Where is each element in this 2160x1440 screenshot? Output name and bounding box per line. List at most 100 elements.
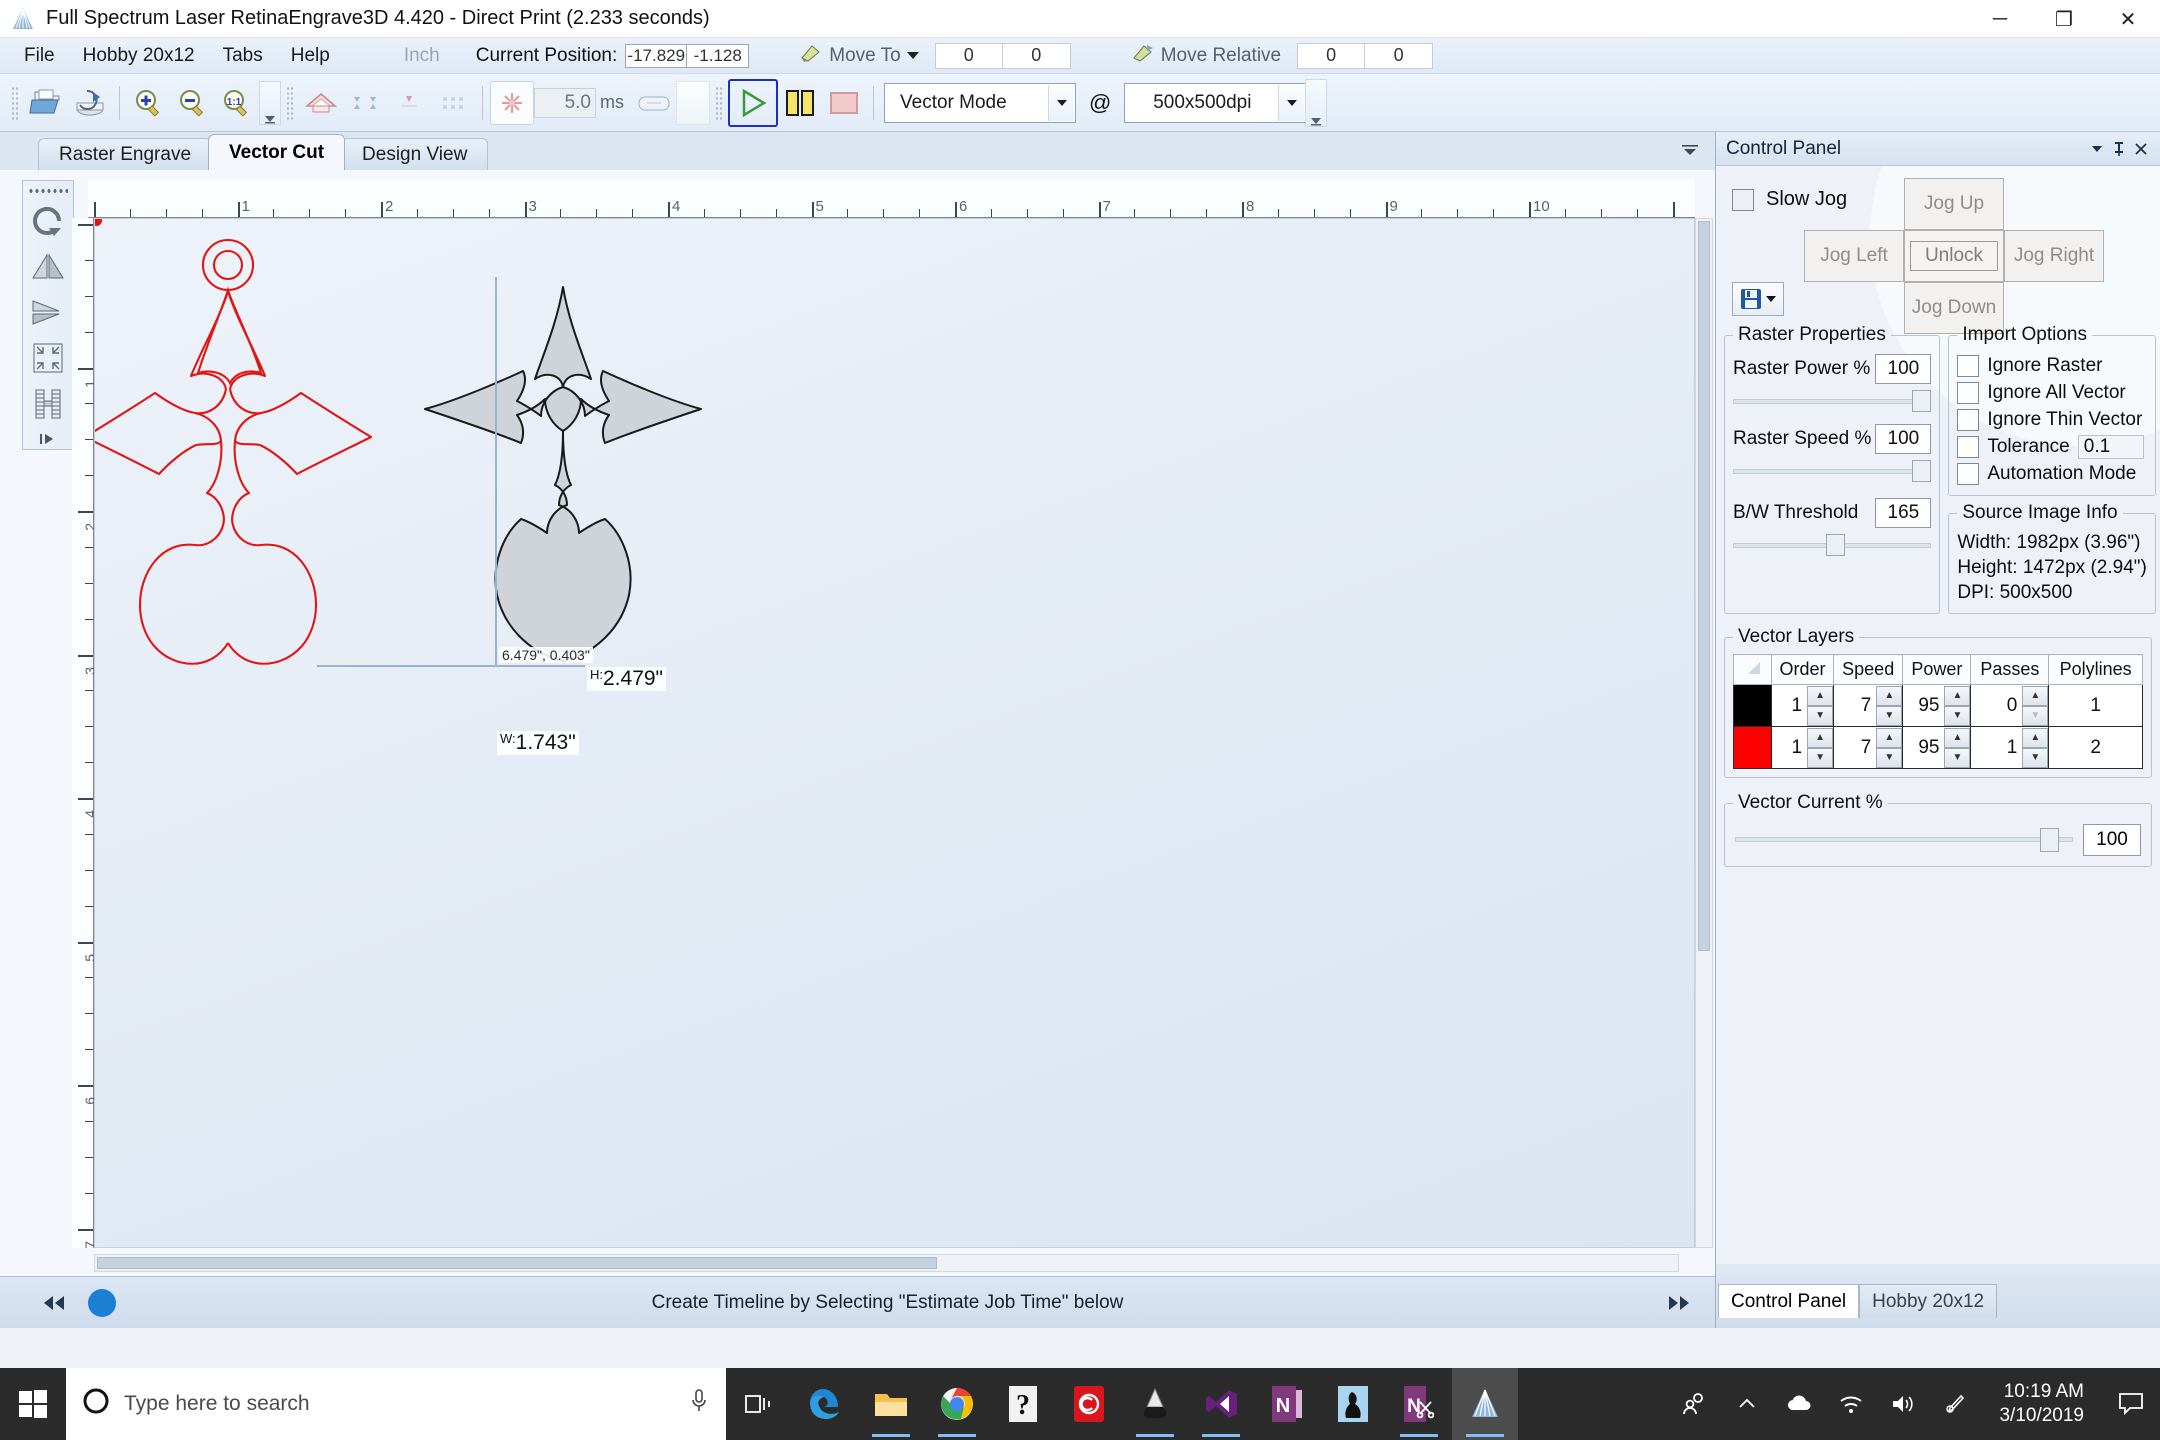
raster-speed-value[interactable]: 100	[1875, 424, 1932, 454]
slider-thumb[interactable]	[1826, 534, 1846, 556]
vector-current-value[interactable]: 100	[2083, 824, 2141, 856]
menu-item-tabs[interactable]: Tabs	[209, 41, 277, 71]
focus-icon[interactable]	[632, 81, 676, 125]
tab-vector-cut[interactable]: Vector Cut	[208, 134, 346, 170]
mirror-vertical-icon[interactable]	[26, 247, 70, 287]
open-folder-icon[interactable]	[24, 81, 68, 125]
bw-threshold-value[interactable]: 165	[1875, 498, 1932, 528]
rotate-icon[interactable]	[26, 202, 70, 242]
layer-passes-spinner[interactable]: ▲ ▼	[2022, 727, 2049, 768]
spin-down-icon[interactable]: ▼	[1944, 747, 1971, 768]
layer-speed-spinner[interactable]: ▲ ▼	[1876, 727, 1903, 768]
dpi-select[interactable]: 500x500dpi	[1124, 82, 1307, 123]
action-center-icon[interactable]	[2102, 1368, 2160, 1440]
slider-thumb[interactable]	[1912, 460, 1932, 482]
chevron-down-icon[interactable]	[906, 52, 919, 59]
raster-power-slider[interactable]	[1733, 390, 1932, 412]
vertical-scrollbar-thumb[interactable]	[1698, 221, 1710, 951]
ignore-raster-checkbox[interactable]	[1957, 354, 1980, 377]
floppy-save-icon[interactable]	[1732, 282, 1784, 316]
wifi-icon[interactable]	[1825, 1368, 1877, 1440]
onenote-clipper-icon[interactable]: N	[1386, 1368, 1452, 1440]
spin-up-icon[interactable]: ▲	[1807, 685, 1834, 706]
slider-thumb[interactable]	[1912, 390, 1932, 412]
import-option-ignore-all-vector[interactable]: Ignore All Vector	[1957, 379, 2146, 406]
spin-up-icon[interactable]: ▲	[1944, 727, 1971, 748]
layer-order-spinner[interactable]: ▲ ▼	[1807, 685, 1834, 726]
menu-item-hobby-20x12[interactable]: Hobby 20x12	[69, 41, 209, 71]
move-to-group[interactable]: Move To 0 0	[799, 42, 1071, 70]
tab-options-icon[interactable]	[1681, 142, 1699, 162]
spin-down-icon[interactable]: ▼	[1807, 747, 1834, 768]
edge-icon[interactable]	[792, 1368, 858, 1440]
slow-jog-row[interactable]: Slow Jog	[1732, 188, 1847, 211]
close-button[interactable]: ✕	[2096, 0, 2160, 38]
task-view-icon[interactable]	[726, 1368, 792, 1440]
spin-up-icon[interactable]: ▲	[2022, 685, 2049, 706]
jog-up-button[interactable]: Jog Up	[1904, 178, 2004, 230]
vector-shape-red-outline[interactable]	[94, 231, 403, 691]
adobe-creative-cloud-icon[interactable]	[1056, 1368, 1122, 1440]
silhouette-studio-icon[interactable]	[1320, 1368, 1386, 1440]
tolerance-input[interactable]: 0.1	[2077, 434, 2144, 459]
spin-down-icon[interactable]: ▼	[1876, 705, 1903, 726]
layer-power-cell[interactable]: 95 ▲ ▼	[1902, 684, 1972, 727]
film-strip-icon[interactable]	[26, 384, 70, 424]
automation-mode-checkbox[interactable]	[1957, 462, 1980, 485]
tab-design-view[interactable]: Design View	[341, 138, 489, 170]
horizontal-scrollbar[interactable]	[94, 1254, 1679, 1272]
volume-icon[interactable]	[1877, 1368, 1929, 1440]
file-explorer-icon[interactable]	[858, 1368, 924, 1440]
maximize-button[interactable]: ❐	[2032, 0, 2096, 38]
search-input[interactable]: Type here to search	[66, 1368, 726, 1440]
center-icon[interactable]	[343, 81, 387, 125]
horizontal-scrollbar-thumb[interactable]	[97, 1257, 937, 1269]
spin-up-icon[interactable]: ▲	[2022, 727, 2049, 748]
ignore-all-vector-checkbox[interactable]	[1957, 381, 1980, 404]
fsl-retinaengrave-icon[interactable]	[1452, 1368, 1518, 1440]
pin-icon[interactable]	[2108, 136, 2130, 162]
bw-threshold-slider[interactable]	[1733, 534, 1932, 556]
layer-order-spinner[interactable]: ▲ ▼	[1807, 727, 1834, 768]
windows-start-icon[interactable]	[0, 1368, 66, 1440]
spin-up-icon[interactable]: ▲	[1876, 685, 1903, 706]
zoom-1-to-1-icon[interactable]: 1:1	[215, 81, 259, 125]
rewind-icon[interactable]	[34, 1283, 74, 1323]
toolbar-overflow-icon-2[interactable]	[1305, 78, 1328, 127]
blue-status-dot[interactable]	[88, 1288, 116, 1317]
jog-right-button[interactable]: Jog Right	[2004, 230, 2104, 282]
expand-panel-icon[interactable]	[25, 430, 69, 449]
vertical-scrollbar[interactable]	[1695, 218, 1713, 1248]
toolbar-grip-2[interactable]	[286, 85, 294, 120]
menu-item-file[interactable]: File	[10, 41, 69, 71]
move-to-x[interactable]: 0	[934, 42, 1003, 69]
layer-order-cell[interactable]: 1 ▲ ▼	[1770, 726, 1835, 769]
import-option-tolerance[interactable]: Tolerance 0.1	[1957, 433, 2146, 460]
dpi-select-chevron-down-icon[interactable]	[1278, 84, 1305, 121]
artboard[interactable]: 6.479", 0.403" H:2.479" W:1.743"	[94, 218, 1695, 1248]
raster-speed-slider[interactable]	[1733, 460, 1932, 482]
onedrive-icon[interactable]	[1773, 1368, 1825, 1440]
chevron-down-icon[interactable]	[2086, 136, 2108, 162]
move-relative-y[interactable]: 0	[1365, 42, 1434, 69]
microphone-icon[interactable]	[688, 1387, 710, 1421]
pulse-duration-field[interactable]: 5.0	[534, 87, 596, 118]
move-to-y[interactable]: 0	[1002, 42, 1071, 69]
fast-forward-icon[interactable]	[1659, 1283, 1699, 1323]
menu-item-help[interactable]: Help	[277, 41, 344, 71]
layer-order-cell[interactable]: 1 ▲ ▼	[1770, 684, 1835, 727]
vector-current-slider[interactable]	[1735, 828, 2073, 852]
import-option-ignore-thin-vector[interactable]: Ignore Thin Vector	[1957, 406, 2146, 433]
blank-toolbar-button[interactable]	[676, 80, 710, 125]
layer-passes-cell[interactable]: 1 ▲ ▼	[1970, 726, 2050, 769]
layer-passes-cell[interactable]: 0 ▲ ▼	[1970, 684, 2050, 727]
jog-left-button[interactable]: Jog Left	[1804, 230, 1904, 282]
tab-raster-engrave[interactable]: Raster Engrave	[38, 138, 213, 170]
import-option-ignore-raster[interactable]: Ignore Raster	[1957, 352, 2146, 379]
people-icon[interactable]	[1669, 1368, 1721, 1440]
tolerance-checkbox[interactable]	[1957, 435, 1980, 458]
layer-power-spinner[interactable]: ▲ ▼	[1944, 727, 1971, 768]
raster-power-value[interactable]: 100	[1875, 354, 1932, 384]
toolbar-grip-3[interactable]	[715, 85, 723, 120]
fit-page-icon[interactable]	[387, 81, 431, 125]
